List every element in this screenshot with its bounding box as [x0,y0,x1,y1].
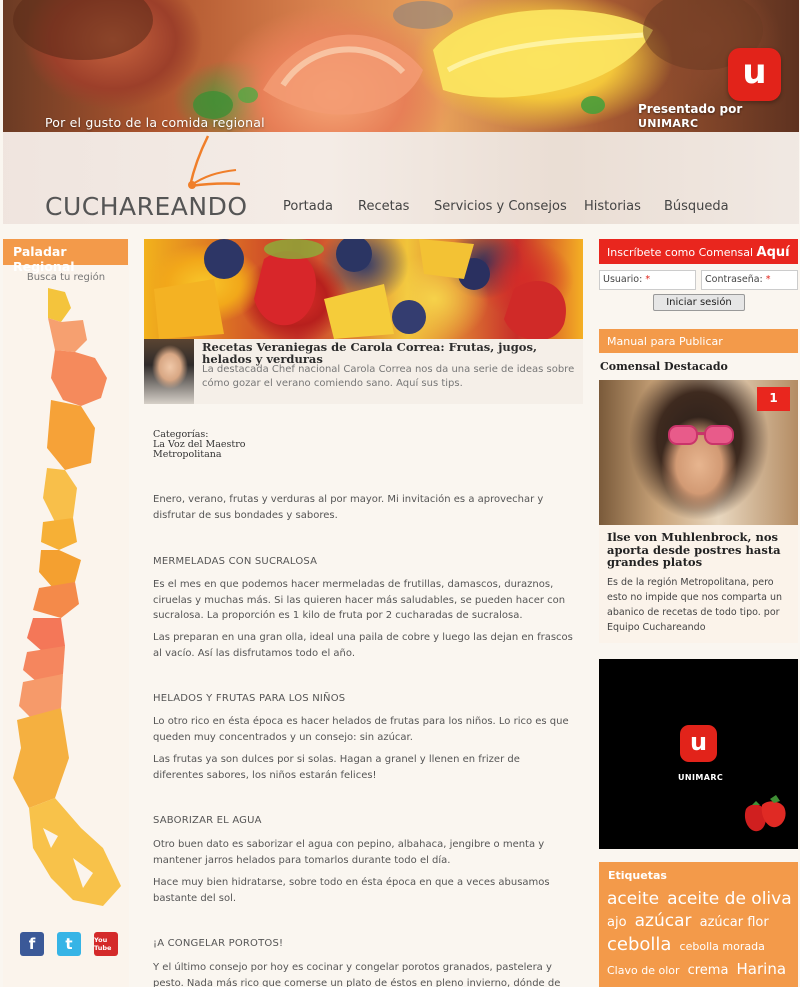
tags-title: Etiquetas [608,869,667,882]
comment-count-badge: 1 [757,387,790,411]
featured-fruit-image[interactable] [144,239,583,339]
category-link[interactable]: Metropolitana [153,450,222,460]
nav-servicios-y-consejos[interactable]: Servicios y Consejos [434,199,567,214]
spoon-logo-icon [188,135,241,189]
sunglasses-illustration [668,425,734,445]
signup-link[interactable]: Aquí [757,245,790,260]
tag-link[interactable]: aceite [607,889,659,909]
article-paragraph: Y el último consejo por hoy es cocinar y… [153,962,561,987]
region-6 [41,518,77,550]
tag-link[interactable]: Clavo de olor [607,964,680,977]
tag-link[interactable]: cebolla morada [680,940,765,953]
tag-link[interactable]: aceite de oliva [667,889,791,909]
region-2 [48,318,87,352]
password-label: Contraseña: [705,274,763,285]
article-paragraph: Las frutas ya son dulces por si solas. H… [153,754,520,781]
youtube-icon[interactable]: You Tube [94,932,118,956]
featured-title[interactable]: Recetas Veraniegas de Carola Correa: Fru… [202,341,577,365]
youtube-glyph: You Tube [94,936,112,952]
comensal-title[interactable]: Ilse von Muhlenbrock, nos aporta desde p… [607,531,793,569]
required-mark: * [765,274,771,285]
region-12 [13,708,69,808]
page: Por el gusto de la comida regional u Pre… [0,0,800,987]
article-paragraph: Otro buen dato es saborizar el agua con … [153,839,545,866]
nav-historias[interactable]: Historias [584,199,641,214]
tag-link[interactable]: ajo [607,915,627,930]
tag-link[interactable]: azúcar flor [700,915,769,930]
comensal-description: Es de la región Metropolitana, pero esto… [607,577,783,633]
section-heading: HELADOS Y FRUTAS PARA LOS NIÑOS [153,693,346,704]
main-nav: Portada Recetas Servicios y Consejos His… [0,199,800,219]
signup-text: Inscríbete como Comensal [607,246,754,259]
site-tagline: Por el gusto de la comida regional [45,115,265,130]
presented-by-label: Presentado por [638,102,743,116]
article-paragraph: Hace muy bien hidratarse, sobre todo en … [153,877,550,904]
tag-link[interactable]: cebolla [607,934,671,955]
unimarc-logo[interactable]: u [728,48,781,101]
manual-link[interactable]: Manual para Publicar [599,329,798,353]
presented-by: Presentado por UNIMARC [638,102,800,130]
twitter-icon[interactable]: t [57,932,81,956]
unimarc-logo-letter: u [742,52,767,92]
author-avatar [144,339,194,404]
strawberry-icon [744,795,786,832]
region-8 [33,582,79,618]
region-3 [51,350,107,406]
signup-banner[interactable]: Inscríbete como Comensal Aquí [599,239,798,264]
region-4 [47,400,95,470]
username-label: Usuario: [603,274,643,285]
nav-busqueda[interactable]: Búsqueda [664,199,729,214]
chile-region-map [13,288,121,906]
section-heading: SABORIZAR EL AGUA [153,815,262,826]
presented-by-sponsor: UNIMARC [638,117,699,130]
article-intro: Enero, verano, frutas y verduras al por … [153,494,544,521]
tag-cloud: aceite aceite de oliva ajo azúcar azúcar… [607,888,795,987]
region-1 [48,288,71,322]
article-paragraph: Las preparan en una gran olla, ideal una… [153,632,573,659]
tag-link[interactable]: Harina [737,960,787,978]
busca-region-label: Busca tu región [26,272,106,283]
article-paragraph: Lo otro rico en ésta época es hacer hela… [153,716,569,743]
tag-link[interactable]: azúcar [635,911,692,931]
region-5 [43,468,77,522]
login-button[interactable]: Iniciar sesión [653,294,745,311]
comensal-destacado-heading: Comensal Destacado [600,360,728,373]
unimarc-ad-logo: u [680,725,717,762]
nav-portada[interactable]: Portada [283,199,333,214]
section-heading: ¡A CONGELAR POROTOS! [153,938,284,949]
twitter-glyph: t [65,935,73,953]
fruit-illustration [154,239,566,339]
featured-description: La destacada Chef nacional Carola Correa… [202,364,575,389]
username-field[interactable]: Usuario: * [599,270,696,290]
facebook-glyph: f [28,935,36,953]
facebook-icon[interactable]: f [20,932,44,956]
tag-link[interactable]: crema [688,963,729,978]
paladar-regional-title: Paladar Regional [3,239,128,274]
unimarc-ad-brand: UNIMARC [678,773,724,782]
article-paragraph: Es el mes en que podemos hacer mermelada… [153,579,566,621]
password-field[interactable]: Contraseña: * [701,270,798,290]
section-heading: MERMELADAS CON SUCRALOSA [153,556,318,567]
nav-recetas[interactable]: Recetas [358,199,409,214]
required-mark: * [645,274,651,285]
region-13 [29,798,121,906]
